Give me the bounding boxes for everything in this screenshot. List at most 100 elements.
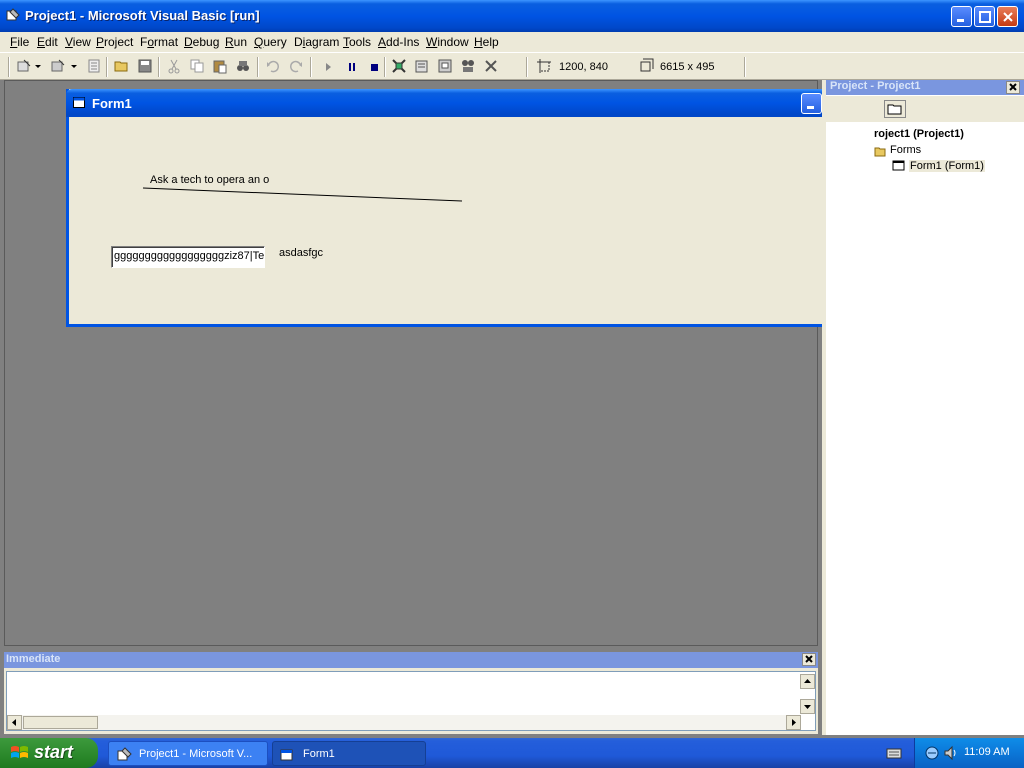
close-icon: [1003, 12, 1013, 22]
menu-format[interactable]: Format: [140, 35, 178, 49]
end-icon[interactable]: [366, 58, 382, 74]
toolbar-separator: [744, 57, 746, 77]
toolbar-separator: [158, 57, 160, 77]
clock: 11:09 AM: [964, 746, 1010, 758]
tree-form1-item[interactable]: Form1 (Form1): [909, 160, 985, 172]
scroll-up-button[interactable]: [800, 674, 815, 689]
open-project-icon[interactable]: [114, 58, 130, 74]
text1-input[interactable]: ggggggggggggggggggziz87|Te:: [111, 246, 265, 268]
menu-tools[interactable]: Tools: [343, 35, 371, 49]
menu-project[interactable]: Project: [96, 35, 133, 49]
tree-forms-folder[interactable]: Forms: [890, 144, 921, 156]
app-title-bar[interactable]: Project1 - Microsoft Visual Basic [run]: [0, 0, 1024, 32]
project-explorer-close-button[interactable]: [1006, 81, 1020, 94]
scroll-left-button[interactable]: [7, 715, 22, 730]
folder-icon: [874, 147, 886, 157]
minimize-icon: [957, 19, 964, 22]
copy-icon[interactable]: [189, 58, 205, 74]
size-icon: [640, 58, 654, 72]
menu-add-ins[interactable]: Add-Ins: [378, 35, 419, 49]
menu-bar: File Edit View Project Format Debug Run …: [0, 32, 1024, 52]
project-explorer-icon[interactable]: [391, 58, 407, 74]
form1-title: Form1: [92, 96, 132, 111]
scroll-down-button[interactable]: [800, 699, 815, 714]
project-explorer-toolbar: [826, 96, 1024, 122]
break-icon[interactable]: [344, 58, 360, 74]
menu-editor-icon[interactable]: [86, 58, 102, 74]
scroll-thumb[interactable]: [23, 716, 98, 729]
arrow-down-icon: [804, 705, 811, 709]
close-icon: [1009, 83, 1017, 91]
start-icon[interactable]: [320, 58, 336, 74]
arrow-left-icon: [12, 719, 16, 726]
form-icon: [280, 749, 293, 761]
keyboard-icon[interactable]: [886, 746, 902, 760]
form1-title-bar[interactable]: Form1: [66, 89, 874, 117]
scroll-right-button[interactable]: [786, 715, 801, 730]
menu-file[interactable]: File: [10, 35, 29, 49]
immediate-title[interactable]: Immediate: [4, 652, 818, 668]
menu-help[interactable]: Help: [474, 35, 499, 49]
maximize-icon: [979, 11, 991, 23]
taskbar: start Project1 - Microsoft V... Form1 11…: [0, 738, 1024, 768]
form-minimize-button[interactable]: [801, 93, 822, 114]
menu-edit[interactable]: Edit: [37, 35, 58, 49]
minimize-icon: [807, 106, 814, 109]
dropdown-arrow-icon[interactable]: [70, 58, 78, 74]
label2: asdasfgc: [279, 247, 324, 259]
paste-icon[interactable]: [212, 58, 228, 74]
redo-icon[interactable]: [288, 58, 304, 74]
form-icon: [892, 160, 905, 171]
horizontal-scrollbar[interactable]: [7, 715, 801, 730]
menu-run[interactable]: Run: [225, 35, 247, 49]
form-icon: [73, 97, 85, 108]
dropdown-arrow-icon[interactable]: [34, 58, 42, 74]
menu-window[interactable]: Window: [426, 35, 469, 49]
object-browser-icon[interactable]: [460, 58, 476, 74]
window-title: Project1 - Microsoft Visual Basic [run]: [25, 8, 260, 23]
properties-window-icon[interactable]: [414, 58, 430, 74]
form-layout-icon[interactable]: [437, 58, 453, 74]
toolbar-separator: [384, 57, 386, 77]
menu-query[interactable]: Query: [254, 35, 287, 49]
toolbar-separator: [106, 57, 108, 77]
menu-debug[interactable]: Debug: [184, 35, 219, 49]
toolbar-separator: [310, 57, 312, 77]
vb-app-icon: [117, 747, 132, 761]
cut-icon[interactable]: [166, 58, 182, 74]
find-icon[interactable]: [235, 58, 251, 74]
save-project-icon[interactable]: [137, 58, 153, 74]
toggle-folders-button[interactable]: [884, 100, 906, 118]
tree-project-root[interactable]: roject1 (Project1): [874, 128, 964, 140]
start-button[interactable]: start: [0, 738, 98, 768]
add-form-icon[interactable]: [50, 58, 66, 74]
volume-icon[interactable]: [943, 745, 959, 761]
immediate-text-area[interactable]: [6, 671, 816, 731]
immediate-close-button[interactable]: [802, 653, 816, 666]
system-tray: 11:09 AM: [914, 738, 1024, 768]
form1-window: Form1 Ask a tech to opera an o ggggggggg…: [66, 89, 874, 327]
close-button[interactable]: [997, 6, 1018, 27]
undo-icon[interactable]: [265, 58, 281, 74]
taskbar-vb-button[interactable]: Project1 - Microsoft V...: [108, 741, 268, 766]
position-readout: 1200, 840: [559, 61, 608, 73]
toolbar-grip[interactable]: [8, 57, 10, 77]
project-explorer-title[interactable]: Project - Project1: [826, 80, 1024, 95]
maximize-button[interactable]: [974, 6, 995, 27]
size-readout: 6615 x 495: [660, 61, 715, 73]
toolbar-separator: [257, 57, 259, 77]
network-icon[interactable]: [924, 745, 940, 761]
taskbar-form1-label: Form1: [303, 748, 335, 760]
toolbox-icon[interactable]: [483, 58, 499, 74]
vb-app-icon: [6, 8, 20, 21]
project-explorer: Project - Project1 roject1 (Project1) Fo…: [822, 80, 1024, 735]
arrow-right-icon: [792, 719, 796, 726]
taskbar-form1-button[interactable]: Form1: [272, 741, 426, 766]
add-project-icon[interactable]: [16, 58, 32, 74]
standard-toolbar: 1200, 840 6615 x 495: [0, 52, 1024, 80]
menu-diagram[interactable]: Diagram: [294, 35, 339, 49]
start-label: start: [34, 742, 74, 762]
folder-icon: [887, 104, 902, 115]
menu-view[interactable]: View: [65, 35, 91, 49]
minimize-button[interactable]: [951, 6, 972, 27]
